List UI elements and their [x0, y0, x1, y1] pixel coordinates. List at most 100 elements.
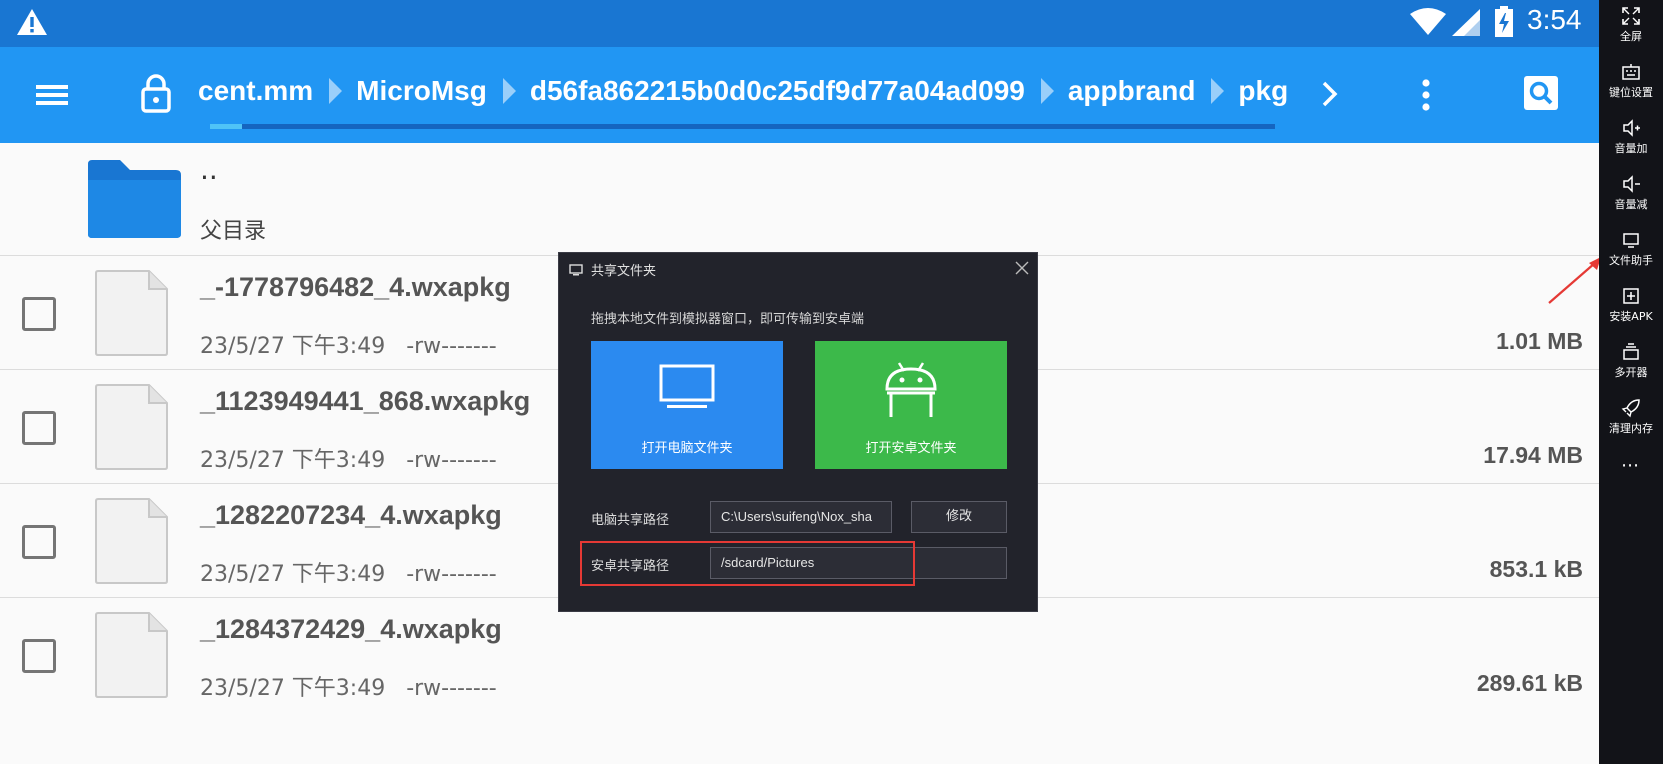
- dialog-hint: 拖拽本地文件到模拟器窗口，即可传输到安卓端: [591, 312, 865, 327]
- file-meta: 23/5/27 下午3:49 -rw-------: [200, 442, 497, 474]
- parent-dir-label: 父目录: [200, 219, 267, 244]
- file-icon: [95, 384, 168, 470]
- sidebar-item-label: 安装APK: [1609, 310, 1653, 323]
- sidebar-item-label: 全屏: [1620, 30, 1642, 43]
- file-name: _1282207234_4.wxapkg: [200, 500, 502, 530]
- warning-icon: [17, 9, 47, 35]
- sidebar-item-multi-instance[interactable]: 多开器: [1599, 336, 1663, 388]
- red-arrow-annotation: [1548, 257, 1601, 304]
- file-checkbox[interactable]: [22, 639, 56, 673]
- file-size: 17.94 MB: [1483, 442, 1583, 468]
- hamburger-menu-icon[interactable]: [34, 77, 74, 113]
- lock-icon[interactable]: [140, 73, 172, 113]
- sidebar-item-label: 音量减: [1614, 198, 1648, 211]
- battery-charging-icon: [1495, 6, 1513, 37]
- status-bar: 3:54: [0, 0, 1599, 47]
- dialog-title-bar: 共享文件夹: [569, 260, 656, 279]
- sidebar-item-install-apk[interactable]: 安装APK: [1599, 280, 1663, 332]
- file-assistant-icon: [1623, 233, 1639, 248]
- volume-down-icon: [1623, 175, 1640, 193]
- sidebar-item-clean-memory[interactable]: 清理内存: [1599, 392, 1663, 444]
- android-icon: [885, 362, 937, 417]
- file-meta: 23/5/27 下午3:49 -rw-------: [200, 328, 497, 360]
- install-apk-icon: [1623, 288, 1639, 304]
- breadcrumb: cent.mm MicroMsg d56fa862215b0d0c25df9d7…: [198, 75, 1288, 107]
- sidebar-more-button[interactable]: ⋯: [1599, 455, 1663, 476]
- sidebar-item-label: 音量加: [1614, 142, 1648, 155]
- sidebar-item-label: 清理内存: [1609, 422, 1653, 435]
- breadcrumb-item[interactable]: cent.mm: [198, 75, 313, 107]
- file-meta: 23/5/27 下午3:49 -rw-------: [200, 556, 497, 588]
- keyboard-icon: [1622, 64, 1640, 80]
- close-icon[interactable]: [1013, 259, 1031, 277]
- open-android-folder-label: 打开安卓文件夹: [865, 441, 957, 456]
- file-size: 289.61 kB: [1476, 670, 1583, 696]
- open-pc-folder-button[interactable]: 打开电脑文件夹: [591, 341, 783, 469]
- more-options-icon[interactable]: [1420, 77, 1432, 113]
- android-screen: 3:54 cent.mm MicroMsg d56fa862215b0d0c25…: [0, 0, 1599, 764]
- folder-icon: [88, 160, 181, 238]
- red-highlight-box: [580, 541, 915, 586]
- file-permissions: -rw-------: [406, 448, 497, 473]
- breadcrumb-item[interactable]: d56fa862215b0d0c25df9d77a04ad099: [530, 75, 1025, 107]
- parent-dir-name: ..: [200, 153, 218, 186]
- file-date: 23/5/27 下午3:49: [200, 676, 386, 701]
- file-permissions: -rw-------: [406, 334, 497, 359]
- fullscreen-icon: [1622, 7, 1640, 25]
- chevron-right-icon[interactable]: [1320, 79, 1340, 109]
- file-name: _1123949441_868.wxapkg: [200, 386, 531, 416]
- file-checkbox[interactable]: [22, 297, 56, 331]
- file-date: 23/5/27 下午3:49: [200, 448, 386, 473]
- file-name: _-1778796482_4.wxapkg: [200, 272, 511, 302]
- toolbar: cent.mm MicroMsg d56fa862215b0d0c25df9d7…: [0, 47, 1599, 143]
- file-date: 23/5/27 下午3:49: [200, 562, 386, 587]
- sidebar-item-label: 文件助手: [1609, 254, 1653, 267]
- file-name: _1284372429_4.wxapkg: [200, 614, 502, 644]
- file-size: 1.01 MB: [1496, 328, 1583, 354]
- dialog-title: 共享文件夹: [591, 264, 657, 279]
- file-icon: [95, 498, 168, 584]
- status-time: 3:54: [1527, 4, 1582, 35]
- wifi-icon: [1410, 8, 1446, 35]
- computer-icon: [659, 364, 715, 408]
- sidebar-item-label: 键位设置: [1609, 86, 1653, 99]
- file-permissions: -rw-------: [406, 676, 497, 701]
- open-pc-folder-label: 打开电脑文件夹: [641, 441, 733, 456]
- monitor-icon: [569, 263, 583, 275]
- sidebar-item-volume-down[interactable]: 音量减: [1599, 168, 1663, 220]
- file-checkbox[interactable]: [22, 525, 56, 559]
- file-checkbox[interactable]: [22, 411, 56, 445]
- modify-button[interactable]: 修改: [911, 501, 1007, 533]
- pc-path-label: 电脑共享路径: [591, 513, 670, 528]
- file-meta: 23/5/27 下午3:49 -rw-------: [200, 670, 497, 702]
- parent-directory-row[interactable]: .. 父目录: [0, 143, 1599, 256]
- breadcrumb-separator-icon: [329, 78, 343, 104]
- sidebar-item-volume-up[interactable]: 音量加: [1599, 112, 1663, 164]
- search-icon[interactable]: [1523, 75, 1559, 111]
- file-icon: [95, 612, 168, 698]
- volume-up-icon: [1623, 119, 1640, 137]
- sidebar-item-file-assistant[interactable]: 文件助手: [1599, 224, 1663, 276]
- emulator-sidebar: 全屏 键位设置 音量加 音量减 文件助手 安装APK 多开器 清理内存 ⋯: [1599, 0, 1663, 764]
- file-permissions: -rw-------: [406, 562, 497, 587]
- file-icon: [95, 270, 168, 356]
- breadcrumb-item[interactable]: MicroMsg: [356, 75, 487, 107]
- breadcrumb-separator-icon: [1040, 78, 1054, 104]
- breadcrumb-item[interactable]: pkg: [1238, 75, 1288, 107]
- rocket-icon: [1621, 399, 1640, 418]
- sidebar-item-label: 多开器: [1614, 366, 1648, 379]
- sidebar-item-keymap[interactable]: 键位设置: [1599, 56, 1663, 108]
- pc-path-field[interactable]: C:\Users\suifeng\Nox_sha: [710, 501, 892, 533]
- breadcrumb-item[interactable]: appbrand: [1068, 75, 1196, 107]
- file-date: 23/5/27 下午3:49: [200, 334, 386, 359]
- shared-folder-dialog: 共享文件夹 拖拽本地文件到模拟器窗口，即可传输到安卓端 打开电脑文件夹 打开安卓…: [558, 252, 1038, 612]
- open-android-folder-button[interactable]: 打开安卓文件夹: [815, 341, 1007, 469]
- signal-icon: [1452, 9, 1480, 36]
- breadcrumb-separator-icon: [502, 78, 516, 104]
- path-scroll-indicator: [210, 124, 1275, 129]
- path-scroll-thumb: [210, 124, 242, 129]
- file-row[interactable]: _1284372429_4.wxapkg 23/5/27 下午3:49 -rw-…: [0, 598, 1599, 712]
- sidebar-item-fullscreen[interactable]: 全屏: [1599, 0, 1663, 52]
- file-size: 853.1 kB: [1489, 556, 1583, 582]
- breadcrumb-separator-icon: [1211, 78, 1225, 104]
